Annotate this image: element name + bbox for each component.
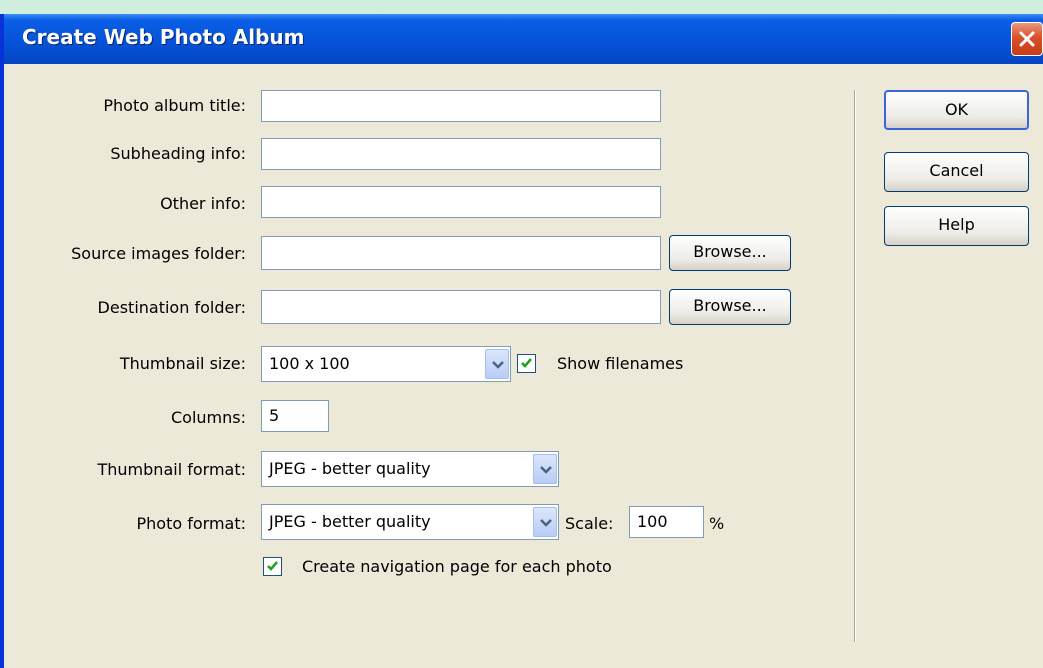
thumb-size-dropdown-button[interactable] (485, 349, 509, 379)
source-browse-button[interactable]: Browse... (669, 235, 791, 271)
show-filenames-checkbox[interactable] (517, 354, 536, 373)
columns-input[interactable]: 5 (261, 400, 329, 432)
thumb-format-value: JPEG - better quality (269, 459, 431, 478)
source-folder-label: Source images folder: (71, 244, 246, 263)
checkmark-icon (521, 358, 532, 368)
album-title-input[interactable] (261, 90, 661, 122)
chevron-down-icon (540, 519, 552, 527)
other-info-label: Other info: (160, 194, 246, 213)
close-button[interactable] (1011, 22, 1043, 56)
window-title: Create Web Photo Album (22, 25, 305, 49)
create-web-photo-album-dialog: Create Web Photo Album Photo album title… (0, 14, 1043, 668)
checkmark-icon (267, 561, 278, 571)
chevron-down-icon (492, 361, 504, 369)
subheading-input[interactable] (261, 138, 661, 170)
scale-label: Scale: (565, 514, 614, 533)
vertical-separator (854, 90, 856, 642)
thumb-format-dropdown-button[interactable] (533, 454, 557, 484)
thumb-size-select[interactable]: 100 x 100 (261, 346, 511, 382)
other-info-input[interactable] (261, 186, 661, 218)
dest-browse-button[interactable]: Browse... (669, 289, 791, 325)
photo-format-select[interactable]: JPEG - better quality (261, 504, 559, 540)
thumb-size-label: Thumbnail size: (119, 354, 246, 373)
album-title-label: Photo album title: (103, 96, 246, 115)
photo-format-dropdown-button[interactable] (533, 507, 557, 537)
chevron-down-icon (540, 466, 552, 474)
help-button[interactable]: Help (884, 206, 1029, 246)
title-bar[interactable]: Create Web Photo Album (4, 14, 1043, 64)
cancel-button[interactable]: Cancel (884, 152, 1029, 192)
nav-page-label[interactable]: Create navigation page for each photo (302, 557, 612, 577)
source-folder-input[interactable] (261, 236, 661, 270)
columns-label: Columns: (171, 408, 246, 427)
dest-folder-label: Destination folder: (97, 298, 246, 317)
show-filenames-label[interactable]: Show filenames (557, 354, 683, 374)
subheading-label: Subheading info: (110, 144, 246, 163)
dest-folder-input[interactable] (261, 290, 661, 324)
thumb-format-label: Thumbnail format: (97, 460, 247, 479)
thumb-format-select[interactable]: JPEG - better quality (261, 451, 559, 487)
photo-format-label: Photo format: (136, 514, 247, 533)
thumb-size-value: 100 x 100 (269, 354, 350, 373)
scale-input[interactable]: 100 (629, 506, 704, 538)
ok-button[interactable]: OK (884, 90, 1029, 130)
scale-unit-label: % (709, 514, 725, 533)
photo-format-value: JPEG - better quality (269, 512, 431, 531)
nav-page-checkbox[interactable] (263, 557, 282, 576)
close-icon (1019, 31, 1035, 47)
